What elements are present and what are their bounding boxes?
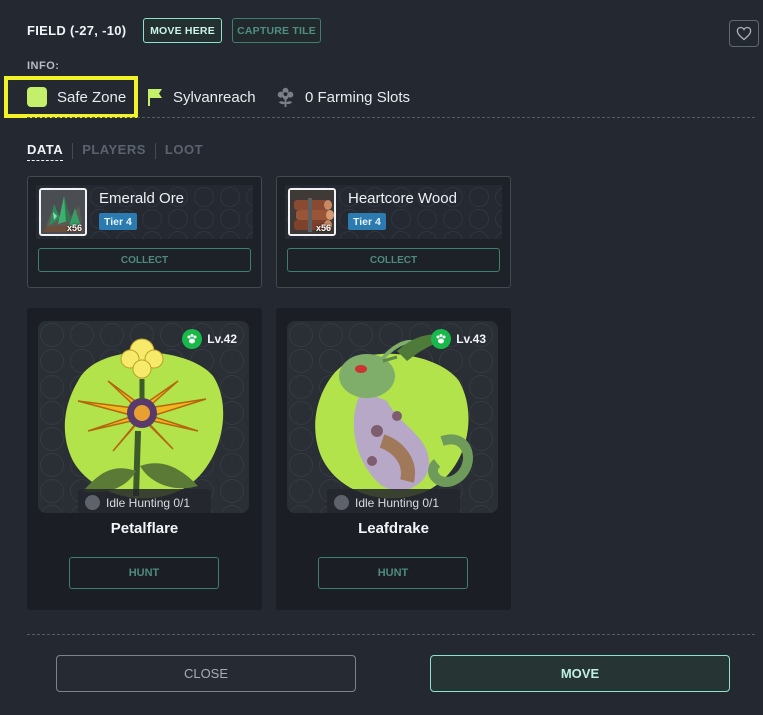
flower-icon xyxy=(277,87,294,107)
monster-art: Lv.43 Idle Hunting 0/1 xyxy=(287,321,498,513)
move-button[interactable]: MOVE xyxy=(430,655,730,692)
divider xyxy=(27,117,755,118)
resource-quantity: x56 xyxy=(66,223,82,233)
level-text: Lv.43 xyxy=(456,332,486,346)
resource-card-heartcore-wood: x56 Heartcore Wood Tier 4 COLLECT xyxy=(276,176,511,288)
region-info: Sylvanreach xyxy=(147,88,256,106)
favorite-button[interactable] xyxy=(729,20,759,47)
tab-separator xyxy=(72,143,74,159)
farming-slots-info: 0 Farming Slots xyxy=(276,87,410,108)
level-badge: Lv.42 xyxy=(182,329,237,349)
resource-header: x56 Emerald Ore Tier 4 xyxy=(36,185,253,239)
idle-hunting-text: Idle Hunting 0/1 xyxy=(355,495,440,510)
flower-monster-icon xyxy=(64,338,224,499)
farming-slots-label: 0 Farming Slots xyxy=(305,89,411,106)
monster-art: Lv.42 Idle Hunting 0/1 xyxy=(38,321,249,513)
close-button[interactable]: CLOSE xyxy=(56,655,356,692)
paw-icon xyxy=(431,329,452,349)
resource-card-emerald-ore: x56 Emerald Ore Tier 4 COLLECT xyxy=(27,176,262,288)
heart-icon xyxy=(736,26,752,41)
tab-loot[interactable]: LOOT xyxy=(165,142,203,160)
level-text: Lv.42 xyxy=(207,332,237,346)
capture-tile-button[interactable]: CAPTURE TILE xyxy=(232,18,321,43)
idle-hunting-status: Idle Hunting 0/1 xyxy=(78,489,211,513)
dragon-monster-icon xyxy=(315,334,473,499)
idle-hunting-text: Idle Hunting 0/1 xyxy=(106,495,191,510)
level-badge: Lv.43 xyxy=(431,329,486,349)
monster-card-leafdrake: Lv.43 Idle Hunting 0/1 Leafdrake HUNT xyxy=(276,308,511,610)
collect-button[interactable]: COLLECT xyxy=(287,248,500,272)
safe-zone-indicator: Safe Zone xyxy=(4,76,138,118)
idle-hunting-status: Idle Hunting 0/1 xyxy=(327,489,460,513)
tile-header: FIELD (-27, -10) MOVE HERE CAPTURE TILE xyxy=(27,18,747,44)
wood-logs-icon: x56 xyxy=(288,188,336,236)
zone-label: Safe Zone xyxy=(57,88,127,106)
monster-card-petalflare: Lv.42 Idle Hunting 0/1 Petalflare HUNT xyxy=(27,308,262,610)
paw-icon xyxy=(182,329,203,349)
hunt-button[interactable]: HUNT xyxy=(318,557,468,589)
info-row: Safe Zone Sylvanreach 0 Farming Slots xyxy=(0,76,763,118)
resource-name: Heartcore Wood xyxy=(348,190,457,207)
tab-players[interactable]: PLAYERS xyxy=(82,142,146,160)
emerald-ore-icon: x56 xyxy=(39,188,87,236)
region-label: Sylvanreach xyxy=(173,88,256,106)
resource-quantity: x56 xyxy=(315,223,331,233)
tier-badge: Tier 4 xyxy=(348,213,386,230)
hunt-button[interactable]: HUNT xyxy=(69,557,219,589)
tab-bar: DATA PLAYERS LOOT xyxy=(27,141,203,161)
tier-badge: Tier 4 xyxy=(99,213,137,230)
divider xyxy=(27,634,755,635)
move-here-button[interactable]: MOVE HERE xyxy=(143,18,222,43)
resource-name: Emerald Ore xyxy=(99,190,185,207)
info-label: INFO: xyxy=(27,60,60,72)
tab-data[interactable]: DATA xyxy=(27,142,64,161)
safe-zone-swatch-icon xyxy=(27,87,47,107)
tab-separator xyxy=(154,143,156,159)
idle-status-icon xyxy=(85,495,100,510)
flag-icon xyxy=(148,89,162,106)
monster-name: Leafdrake xyxy=(358,520,429,537)
tile-title: FIELD (-27, -10) xyxy=(27,23,127,38)
idle-status-icon xyxy=(334,495,349,510)
collect-button[interactable]: COLLECT xyxy=(38,248,251,272)
resource-header: x56 Heartcore Wood Tier 4 xyxy=(285,185,502,239)
monster-name: Petalflare xyxy=(110,520,179,537)
